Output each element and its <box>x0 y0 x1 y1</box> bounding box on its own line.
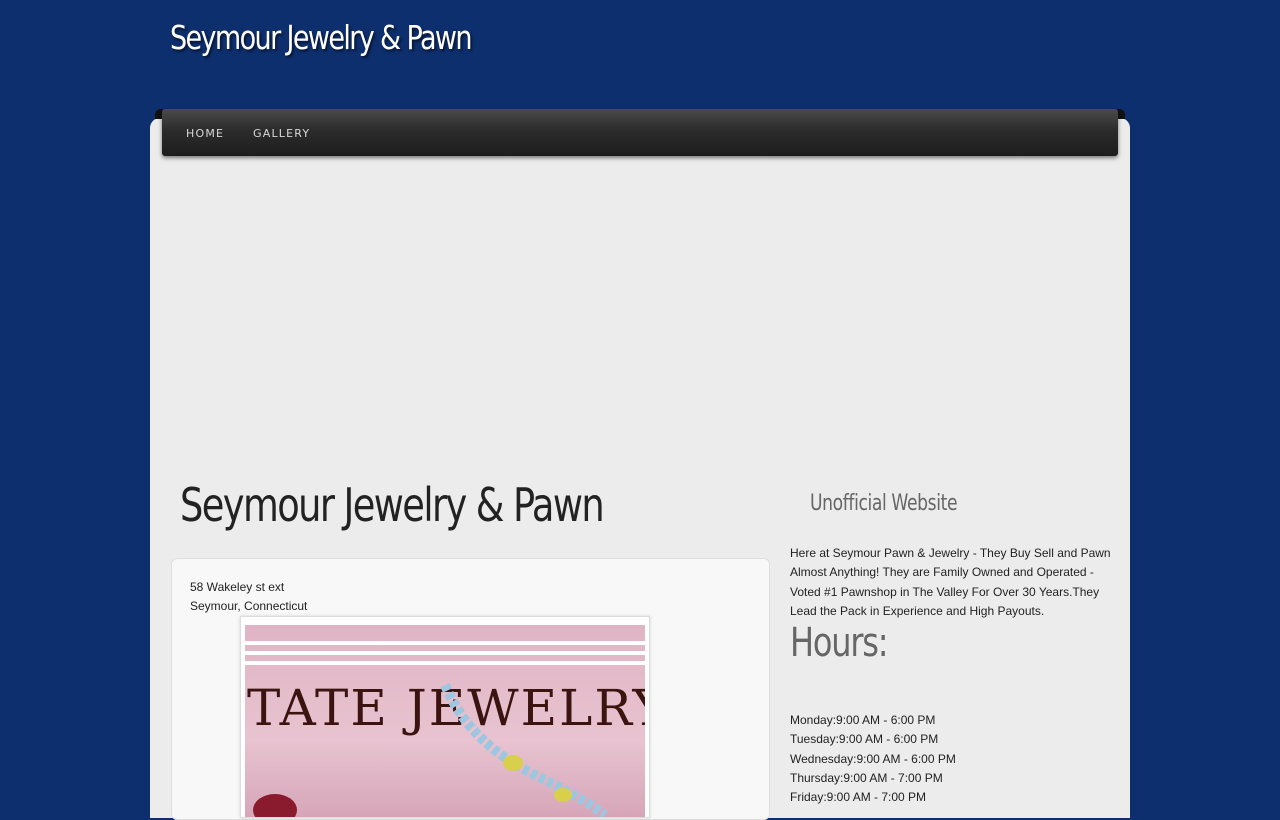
site-title[interactable]: Seymour Jewelry & Pawn <box>170 18 473 57</box>
hours-wednesday: Wednesday:9:00 AM - 6:00 PM <box>790 751 956 766</box>
about-text: Here at Seymour Pawn & Jewelry - They Bu… <box>790 546 1111 618</box>
address-line-2: Seymour, Connecticut <box>190 599 308 613</box>
nav-item-gallery[interactable]: GALLERY <box>253 127 310 140</box>
hours-heading: Hours: <box>790 620 889 666</box>
bracelet-graphic <box>253 683 608 817</box>
photo-frame: TATE JEWELRY <box>240 616 650 818</box>
yellow-gem <box>503 755 523 771</box>
estate-jewelry-image: TATE JEWELRY <box>245 625 645 817</box>
nav-right-cap <box>1117 109 1125 119</box>
page-title: Seymour Jewelry & Pawn <box>180 478 605 532</box>
hours-list: Monday:9:00 AM - 6:00 PM Tuesday:9:00 AM… <box>790 711 956 807</box>
main-nav: HOME GALLERY <box>162 109 1118 156</box>
red-gem <box>253 794 297 817</box>
hours-tuesday: Tuesday:9:00 AM - 6:00 PM <box>790 732 939 747</box>
hours-thursday: Thursday:9:00 AM - 7:00 PM <box>790 770 943 785</box>
hours-monday: Monday:9:00 AM - 6:00 PM <box>790 713 936 727</box>
bracelet-chain <box>440 683 608 817</box>
hours-friday: Friday:9:00 AM - 7:00 PM <box>790 790 927 805</box>
sidebar-title: Unofficial Website <box>810 491 958 516</box>
address-line-1: 58 Wakeley st ext <box>190 580 285 594</box>
address: 58 Wakeley st ext Seymour, Connecticut <box>190 578 307 616</box>
nav-item-home[interactable]: HOME <box>186 127 224 140</box>
